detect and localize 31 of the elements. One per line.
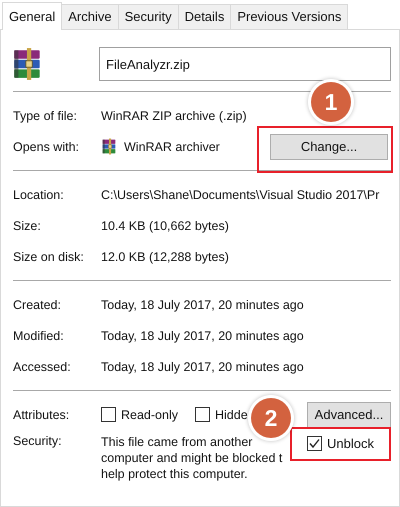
field-label: Size: — [13, 218, 42, 232]
field-label: Size on disk: — [13, 250, 85, 264]
field-label: Location: — [13, 188, 65, 202]
field-value: 10.4 KB (10,662 bytes) — [101, 218, 229, 232]
checkbox-label: Hidde — [214, 408, 248, 422]
field-label: Created: — [13, 298, 62, 312]
field-label: Attributes: — [13, 408, 70, 422]
field-label: Opens with: — [13, 140, 80, 154]
advanced-button[interactable]: Advanced... — [307, 402, 391, 428]
field-label: Type of file: — [13, 108, 78, 122]
checkbox-label: Unblock — [327, 436, 374, 451]
field-value: 12.0 KB (12,288 bytes) — [101, 250, 229, 264]
tab[interactable]: General — [2, 2, 62, 30]
tab[interactable]: Archive — [61, 4, 119, 29]
field-value: WinRAR ZIP archive (.zip) — [101, 108, 247, 122]
field-value: C:\Users\Shane\Documents\Visual Studio 2017\Pr — [101, 188, 380, 202]
field-label: Security: — [13, 434, 63, 448]
file-name-field[interactable]: FileAnalyzr.zip — [99, 47, 391, 81]
field-value: Today, 18 July 2017, 20 minutes ago — [101, 328, 304, 342]
tab[interactable]: Details — [178, 4, 232, 29]
tab[interactable]: Security — [118, 4, 179, 29]
field-value: WinRAR archiver — [124, 140, 220, 154]
field-value: Today, 18 July 2017, 20 minutes ago — [101, 360, 304, 374]
field-label: Modified: — [13, 328, 65, 342]
step-badge: 1 — [311, 82, 351, 122]
checkbox-label: Read-only — [121, 408, 178, 422]
field-value: Today, 18 July 2017, 20 minutes ago — [101, 298, 304, 312]
change-button[interactable]: Change... — [270, 134, 388, 160]
step-badge: 2 — [251, 398, 291, 438]
field-label: Accessed: — [13, 360, 72, 374]
tab[interactable]: Previous Versions — [230, 4, 348, 29]
